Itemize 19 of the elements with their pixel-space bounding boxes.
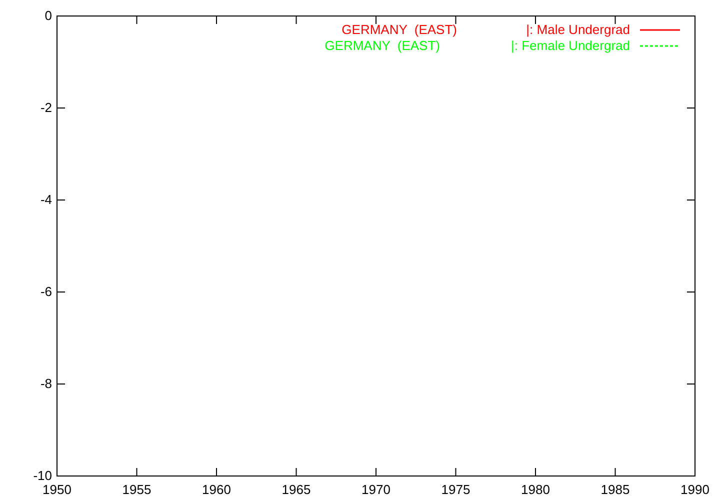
y-tick-label: -4: [40, 192, 52, 207]
y-tick-label: -8: [40, 376, 52, 391]
legend-group-label: GERMANY (EAST): [324, 38, 440, 53]
legend-label: |: Male Undergrad: [526, 22, 630, 37]
x-tick-label: 1985: [600, 482, 630, 497]
legend-label: |: Female Undergrad: [511, 38, 630, 53]
legend-group-label: GERMANY (EAST): [342, 22, 457, 37]
x-tick-label: 1980: [521, 482, 550, 497]
y-tick-label: -10: [33, 468, 52, 483]
x-tick-label: 1990: [680, 482, 710, 497]
x-tick-label: 1965: [282, 482, 311, 497]
x-tick-label: 1950: [42, 482, 72, 497]
x-tick-label: 1955: [122, 482, 152, 497]
x-tick-label: 1970: [362, 482, 390, 497]
x-tick-label: 1975: [441, 482, 470, 497]
x-tick-label: 1960: [202, 482, 231, 497]
y-tick-label: -6: [40, 284, 52, 299]
y-tick-label: -2: [40, 100, 52, 115]
y-tick-label: 0: [44, 8, 52, 23]
